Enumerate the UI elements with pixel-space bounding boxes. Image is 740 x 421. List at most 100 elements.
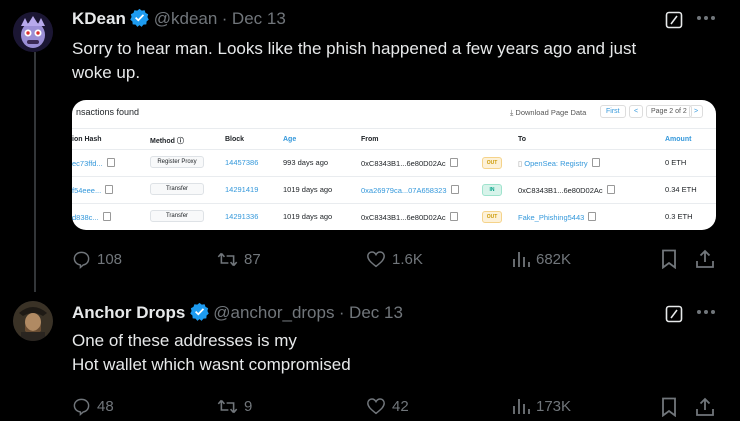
views-button[interactable]: 682K [512, 250, 571, 268]
divider [72, 128, 716, 129]
more-icon[interactable] [696, 15, 716, 21]
to-address[interactable]: Fake_Phishing5443 [518, 212, 597, 222]
bookmark-icon[interactable] [661, 397, 677, 417]
download-label: Download Page Data [515, 108, 587, 117]
retweet-icon [217, 252, 238, 267]
views-button[interactable]: 173K [512, 397, 571, 415]
to-address[interactable]: ▯ OpenSea: Registry [518, 158, 600, 168]
tweet-date[interactable]: Dec 13 [232, 9, 286, 28]
tweet-text-line: Hot wallet which wasnt compromised [72, 355, 351, 374]
from-address[interactable]: 0xa26979ca...07A658323 [361, 185, 459, 195]
col-hash: ion Hash [72, 136, 102, 143]
reply-count: 48 [97, 398, 114, 415]
reply-button[interactable]: 48 [72, 397, 114, 416]
view-count: 682K [536, 250, 572, 268]
avatar-anchor-drops[interactable] [13, 301, 53, 341]
to-address[interactable]: 0xC8343B1...6e80D02Ac [518, 185, 615, 195]
col-age[interactable]: Age [283, 136, 296, 143]
retweet-button[interactable]: 87 [217, 250, 261, 269]
method-badge: Register Proxy [150, 156, 204, 168]
like-icon [367, 398, 385, 415]
copy-icon[interactable] [449, 212, 458, 221]
view-count: 173K [536, 397, 572, 415]
like-icon [367, 251, 385, 268]
copy-icon[interactable] [606, 185, 615, 194]
tx-hash[interactable]: f54eee... [72, 185, 114, 195]
tweet2-header: Anchor Drops @anchor_drops · Dec 13 [72, 302, 403, 323]
tweet-text-line: One of these addresses is my [72, 331, 297, 350]
direction-badge-out: OUT [482, 211, 502, 223]
next-page-button[interactable]: > [689, 105, 704, 118]
tweet-text-line: Sorry to hear man. Looks like the phish … [72, 39, 637, 58]
col-amount[interactable]: Amount [665, 136, 691, 143]
retweet-icon [217, 399, 238, 414]
method-badge: Transfer [150, 210, 204, 222]
direction-badge-out: OUT [482, 157, 502, 169]
separator-dot: · [338, 303, 345, 322]
verified-badge-icon [130, 8, 150, 27]
tweet2-text: One of these addresses is my Hot wallet … [72, 329, 351, 377]
thread-line [34, 52, 36, 292]
grok-icon[interactable] [665, 305, 683, 323]
attached-image[interactable]: nsactions found ⤓ Download Page Data Fir… [72, 100, 716, 230]
retweet-count: 87 [244, 251, 261, 268]
retweet-button[interactable]: 9 [217, 397, 252, 416]
block-link[interactable]: 14291419 [225, 185, 258, 194]
copy-icon[interactable] [102, 212, 111, 221]
copy-icon[interactable] [591, 158, 600, 167]
tweet-date[interactable]: Dec 13 [349, 303, 403, 322]
more-icon[interactable] [696, 309, 716, 315]
transactions-found-label: nsactions found [76, 107, 140, 117]
avatar-kdean[interactable] [13, 12, 53, 52]
author-name[interactable]: Anchor Drops [72, 303, 185, 322]
age-cell: 993 days ago [283, 158, 329, 167]
copy-icon[interactable] [105, 185, 114, 194]
separator-dot: · [221, 9, 228, 28]
author-handle[interactable]: @kdean [154, 9, 218, 28]
prev-page-button[interactable]: < [629, 105, 644, 118]
share-icon[interactable] [695, 397, 715, 417]
copy-icon[interactable] [450, 185, 459, 194]
download-page-data-link[interactable]: ⤓ Download Page Data [510, 108, 586, 118]
from-address[interactable]: 0xC8343B1...6e80D02Ac [361, 212, 458, 222]
page-indicator: Page 2 of 2 [646, 105, 692, 118]
col-to: To [518, 136, 527, 143]
views-icon [513, 252, 530, 267]
block-link[interactable]: 14291336 [225, 212, 258, 221]
reply-count: 108 [97, 251, 123, 268]
amount-cell: 0.34 ETH [665, 185, 697, 194]
reply-button[interactable]: 108 [72, 250, 122, 269]
like-button[interactable]: 1.6K [366, 250, 423, 268]
first-page-button[interactable]: First [600, 105, 626, 118]
reply-icon [73, 251, 90, 269]
method-badge: Transfer [150, 183, 204, 195]
direction-badge-in: IN [482, 184, 502, 196]
like-button[interactable]: 42 [366, 397, 409, 415]
col-block: Block [225, 136, 245, 143]
like-count: 42 [392, 397, 409, 415]
col-method: Method ⓘ [150, 138, 184, 145]
author-name[interactable]: KDean [72, 9, 126, 28]
amount-cell: 0.3 ETH [665, 212, 693, 221]
divider [72, 149, 716, 150]
copy-icon[interactable] [106, 158, 115, 167]
tx-hash[interactable]: d838c... [72, 212, 111, 222]
tweet-text-line: woke up. [72, 63, 141, 82]
tx-hash[interactable]: ec73ffd... [72, 158, 115, 168]
verified-badge-icon [190, 302, 209, 321]
col-from: From [361, 136, 379, 143]
views-icon [513, 399, 530, 414]
divider [72, 176, 716, 177]
bookmark-icon[interactable] [661, 249, 677, 269]
share-icon[interactable] [695, 249, 715, 269]
copy-icon[interactable] [449, 158, 458, 167]
grok-icon[interactable] [665, 11, 683, 29]
age-cell: 1019 days ago [283, 185, 333, 194]
block-link[interactable]: 14457386 [225, 158, 258, 167]
from-address[interactable]: 0xC8343B1...6e80D02Ac [361, 158, 458, 168]
amount-cell: 0 ETH [665, 158, 687, 167]
like-count: 1.6K [392, 250, 423, 268]
copy-icon[interactable] [588, 212, 597, 221]
age-cell: 1019 days ago [283, 212, 333, 221]
author-handle[interactable]: @anchor_drops [213, 303, 334, 322]
